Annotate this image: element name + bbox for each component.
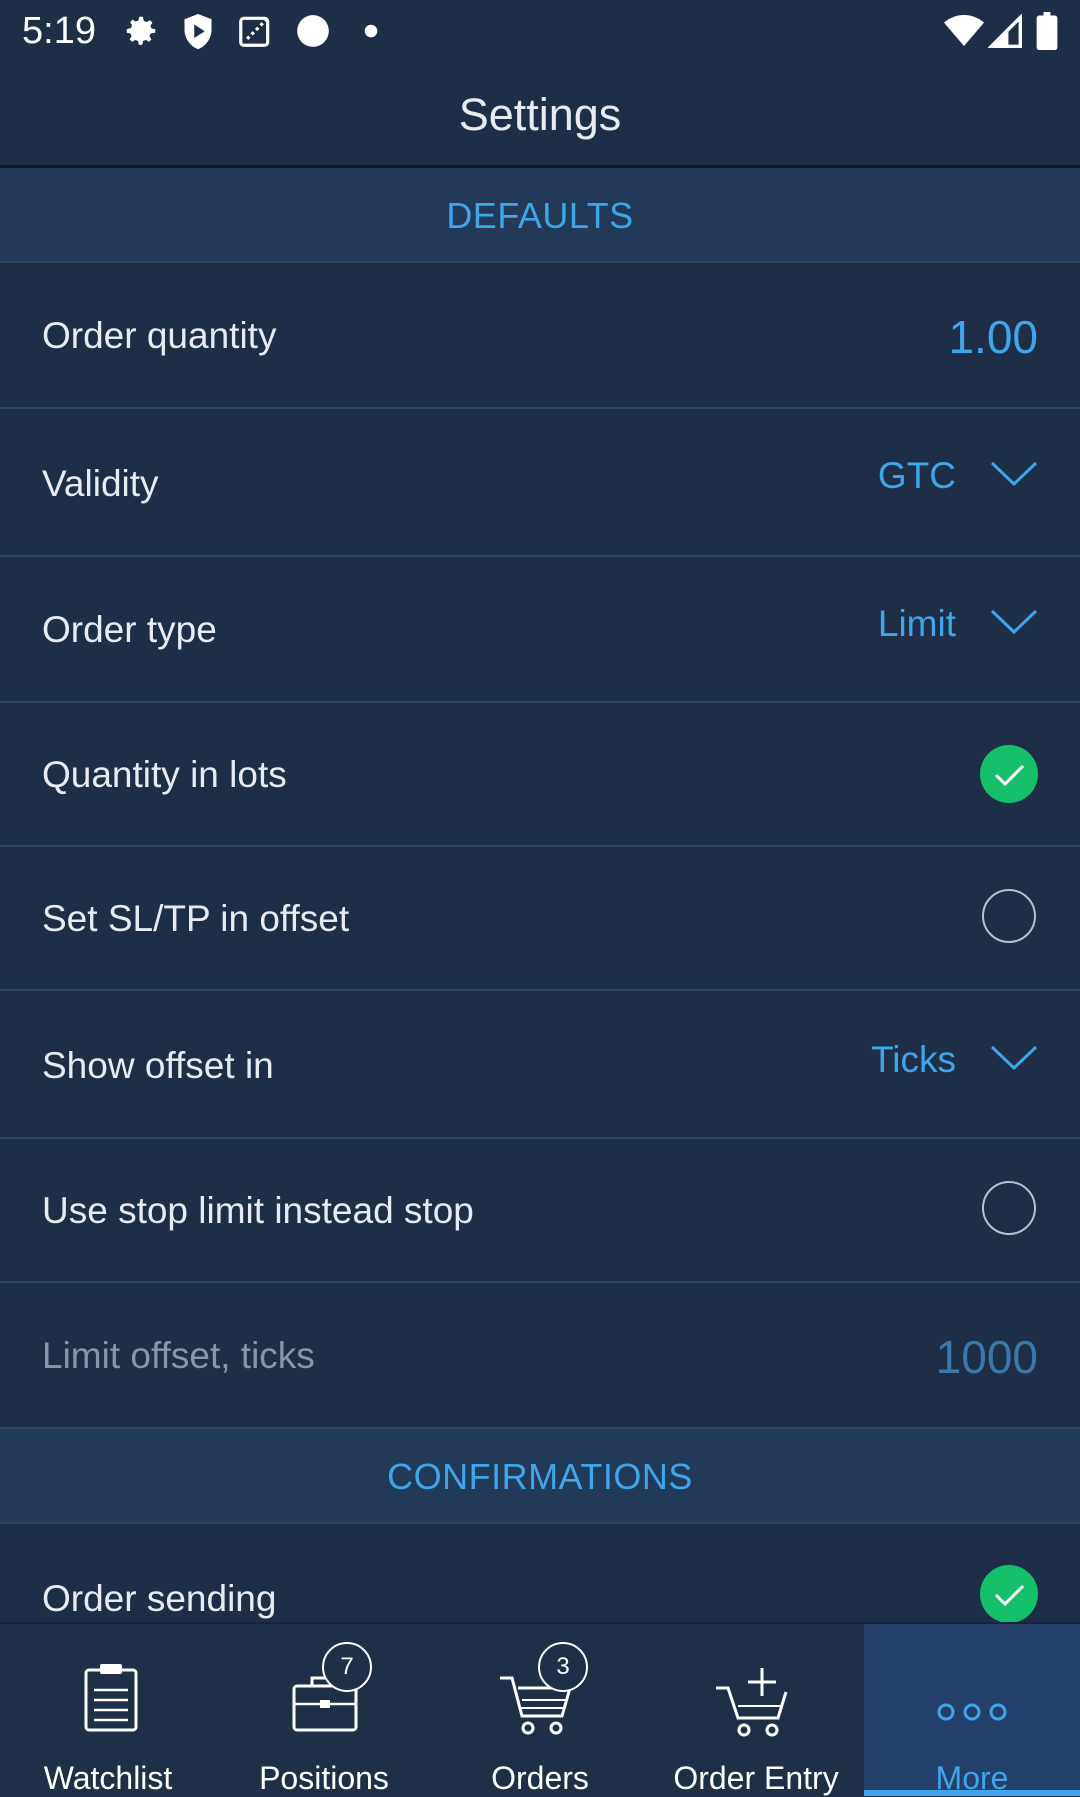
limit-offset-label: Limit offset, ticks [42, 1335, 315, 1376]
setting-row-use-stop-limit[interactable]: Use stop limit instead stop [0, 1139, 1080, 1283]
order-quantity-value[interactable]: 1.00 [948, 310, 1038, 364]
section-title-defaults: DEFAULTS [446, 195, 634, 236]
dot-notification-icon [364, 24, 378, 43]
limit-offset-value: 1000 [935, 1331, 1038, 1383]
wifi-icon [944, 14, 984, 53]
nav-more[interactable]: More [864, 1624, 1080, 1796]
nav-positions[interactable]: 7 Positions [216, 1624, 432, 1796]
setting-row-set-sltp-offset[interactable]: Set SL/TP in offset [0, 847, 1080, 991]
setting-row-show-offset-in[interactable]: Show offset in Ticks [0, 991, 1080, 1139]
setting-row-order-type[interactable]: Order type Limit [0, 557, 1080, 703]
show-offset-in-label: Show offset in [42, 1045, 274, 1086]
nav-watchlist[interactable]: Watchlist [0, 1624, 216, 1796]
section-header-confirmations: CONFIRMATIONS [0, 1429, 1080, 1524]
set-sltp-offset-checkbox[interactable] [982, 889, 1036, 943]
active-tab-indicator [864, 1790, 1080, 1796]
order-sending-checkbox[interactable] [980, 1565, 1038, 1623]
show-offset-in-dropdown[interactable]: Ticks [871, 1039, 1038, 1081]
nav-orders-label: Orders [491, 1760, 589, 1796]
setting-row-order-quantity[interactable]: Order quantity 1.00 [0, 263, 1080, 409]
chevron-down-icon [990, 460, 1038, 493]
app-bar: Settings [0, 63, 1080, 168]
bottom-navigation: Watchlist 7 Positions 3 Orders Order Ent… [0, 1622, 1080, 1796]
more-dots-icon [922, 1660, 1022, 1750]
clipboard-icon [58, 1660, 158, 1750]
nav-watchlist-label: Watchlist [43, 1760, 173, 1796]
quantity-in-lots-checkbox[interactable] [980, 745, 1038, 803]
validity-label: Validity [42, 463, 159, 504]
section-title-confirmations: CONFIRMATIONS [387, 1456, 693, 1497]
orders-count-badge: 3 [538, 1642, 588, 1692]
order-type-value: Limit [877, 603, 956, 644]
setting-row-quantity-in-lots[interactable]: Quantity in lots [0, 703, 1080, 847]
setting-row-validity[interactable]: Validity GTC [0, 409, 1080, 557]
validity-dropdown[interactable]: GTC [878, 455, 1038, 497]
show-offset-in-value: Ticks [871, 1039, 956, 1080]
status-time: 5:19 [22, 10, 96, 52]
cell-signal-icon [987, 13, 1022, 53]
checkmark-icon [994, 1584, 1025, 1607]
order-type-dropdown[interactable]: Limit [878, 603, 1038, 645]
nav-order-entry[interactable]: Order Entry [648, 1624, 864, 1796]
crop-image-icon [236, 12, 274, 55]
nav-orders[interactable]: 3 Orders [432, 1624, 648, 1796]
section-header-defaults: DEFAULTS [0, 168, 1080, 263]
order-quantity-label: Order quantity [42, 315, 277, 356]
nav-positions-label: Positions [259, 1760, 389, 1796]
circle-notification-icon [294, 12, 332, 55]
status-bar: 5:19 [0, 0, 1080, 63]
chevron-down-icon [990, 608, 1038, 641]
use-stop-limit-checkbox[interactable] [982, 1181, 1036, 1235]
settings-gear-icon [122, 12, 160, 55]
positions-count-badge: 7 [322, 1642, 372, 1692]
set-sltp-offset-label: Set SL/TP in offset [42, 898, 350, 939]
order-sending-label: Order sending [42, 1578, 277, 1619]
chevron-down-icon [990, 1044, 1038, 1077]
use-stop-limit-label: Use stop limit instead stop [42, 1190, 474, 1231]
checkmark-icon [994, 764, 1025, 787]
page-title: Settings [458, 89, 622, 140]
setting-row-limit-offset: Limit offset, ticks 1000 [0, 1283, 1080, 1429]
validity-value: GTC [877, 455, 956, 496]
cart-add-icon [706, 1660, 806, 1750]
shield-play-icon [180, 12, 216, 57]
battery-icon [1036, 12, 1058, 55]
nav-order-entry-label: Order Entry [673, 1760, 839, 1796]
order-type-label: Order type [42, 609, 217, 650]
quantity-in-lots-label: Quantity in lots [42, 754, 287, 795]
